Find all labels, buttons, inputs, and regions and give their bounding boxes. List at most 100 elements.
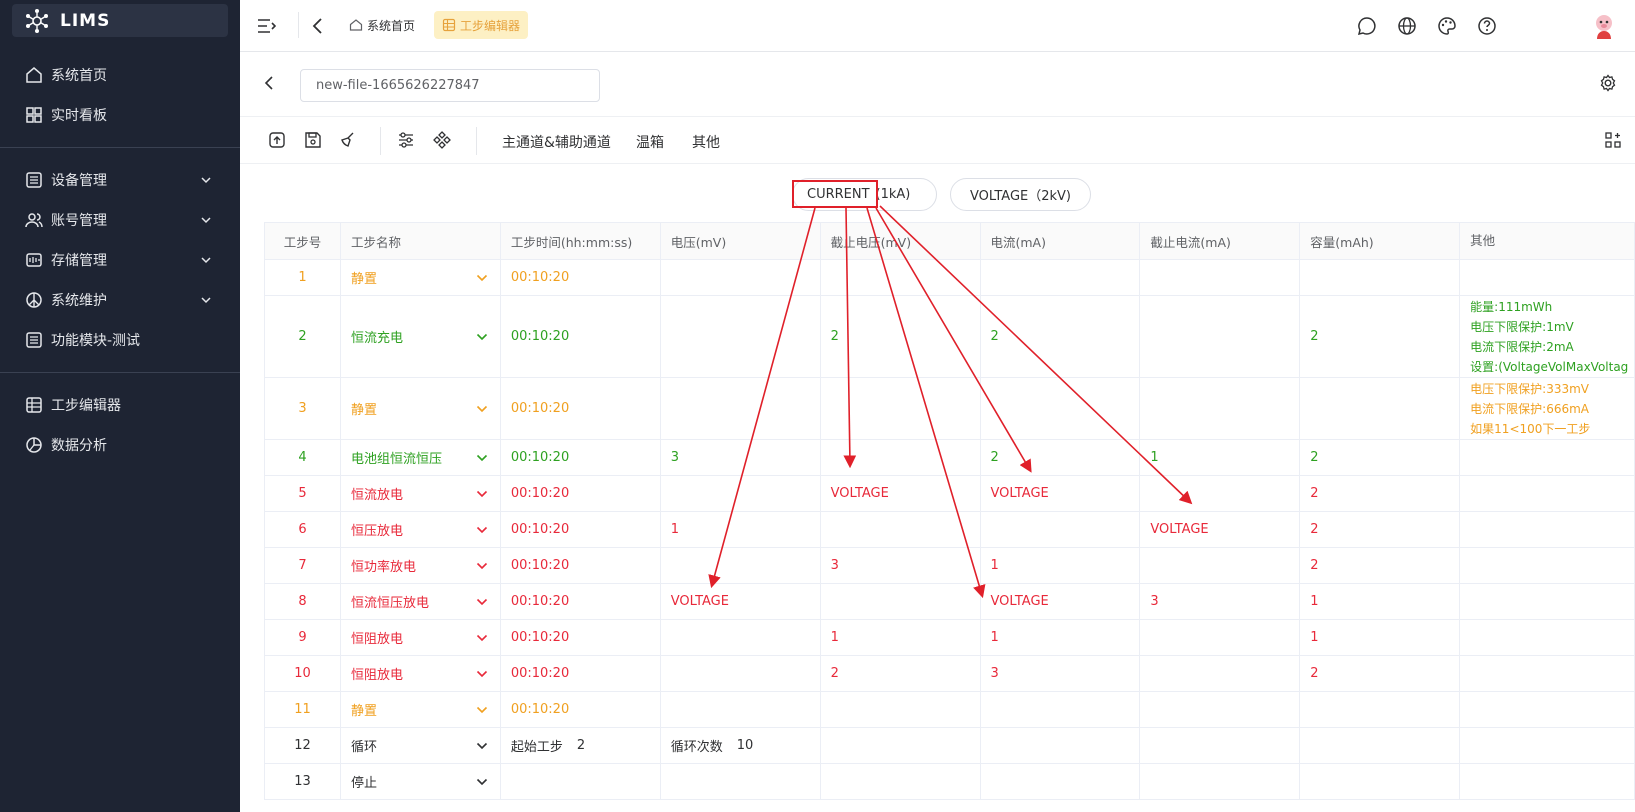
sliders-icon[interactable] [396, 130, 416, 150]
tab-home[interactable]: 系统首页 [341, 11, 423, 39]
voltage-cell[interactable] [661, 656, 821, 691]
step-time[interactable]: 00:10:20 [501, 378, 661, 439]
cutoff-voltage-cell[interactable] [821, 584, 981, 619]
step-name-select[interactable]: 静置 [341, 378, 501, 439]
cutoff-current-cell[interactable] [1140, 548, 1301, 583]
menu-fold-icon[interactable] [256, 16, 276, 36]
voltage-cell[interactable]: 3 [661, 440, 821, 475]
step-name-select[interactable]: 循环 [341, 728, 501, 763]
capacity-cell[interactable]: 2 [1300, 296, 1461, 377]
sidebar-item-analysis[interactable]: 数据分析 [0, 425, 240, 465]
step-name-select[interactable]: 恒流恒压放电 [341, 584, 501, 619]
cutoff-current-cell[interactable] [1140, 656, 1301, 691]
capacity-cell[interactable]: 2 [1300, 476, 1461, 511]
save-icon[interactable] [303, 130, 323, 150]
current-cell[interactable] [981, 260, 1141, 295]
other-cell[interactable]: 能量:111mWh 电压下限保护:1mV 电流下限保护:2mA 设置:(Voltage… [1460, 296, 1635, 377]
voltage-cell[interactable] [661, 620, 821, 655]
upload-icon[interactable] [267, 130, 287, 150]
back-icon[interactable] [308, 16, 328, 36]
cutoff-current-cell[interactable]: VOLTAGE [1140, 512, 1301, 547]
sidebar-item-home[interactable]: 系统首页 [0, 55, 240, 95]
filename-input[interactable] [300, 69, 600, 102]
sidebar-item-maintenance[interactable]: 系统维护 [0, 280, 240, 320]
cutoff-voltage-cell[interactable]: 1 [821, 620, 981, 655]
capacity-cell[interactable] [1300, 260, 1461, 295]
cutoff-current-cell[interactable] [1140, 260, 1301, 295]
cutoff-current-cell[interactable]: 1 [1140, 440, 1301, 475]
sidebar-item-test-module[interactable]: 功能模块-测试 [0, 320, 240, 360]
step-time[interactable]: 00:10:20 [501, 620, 661, 655]
current-cell[interactable] [981, 692, 1141, 727]
step-name-select[interactable]: 恒阻放电 [341, 656, 501, 691]
capacity-cell[interactable]: 1 [1300, 584, 1461, 619]
step-name-select[interactable]: 停止 [341, 764, 501, 799]
current-cell[interactable]: 1 [981, 620, 1141, 655]
step-name-select[interactable]: 电池组恒流恒压 [341, 440, 501, 475]
step-name-select[interactable]: 恒阻放电 [341, 620, 501, 655]
current-cell[interactable]: 2 [981, 296, 1141, 377]
avatar[interactable] [1589, 11, 1619, 41]
tab-chamber[interactable]: 温箱 [636, 132, 664, 152]
capacity-cell[interactable]: 2 [1300, 512, 1461, 547]
current-cell[interactable] [981, 512, 1141, 547]
cutoff-current-cell[interactable] [1140, 296, 1301, 377]
cutoff-voltage-cell[interactable] [821, 692, 981, 727]
cutoff-voltage-cell[interactable]: 2 [821, 656, 981, 691]
step-name-select[interactable]: 静置 [341, 692, 501, 727]
current-cell[interactable]: VOLTAGE [981, 584, 1141, 619]
cutoff-voltage-cell[interactable]: 3 [821, 548, 981, 583]
step-time[interactable]: 00:10:20 [501, 440, 661, 475]
cutoff-voltage-cell[interactable] [821, 260, 981, 295]
cutoff-voltage-cell[interactable] [821, 440, 981, 475]
step-time[interactable]: 00:10:20 [501, 296, 661, 377]
capacity-cell[interactable]: 2 [1300, 440, 1461, 475]
voltage-channel-button[interactable]: VOLTAGE（2kV) [950, 178, 1091, 211]
current-cell[interactable]: 3 [981, 656, 1141, 691]
capacity-cell[interactable] [1300, 378, 1461, 439]
chat-icon[interactable] [1357, 16, 1377, 36]
sidebar-item-step-editor[interactable]: 工步编辑器 [0, 385, 240, 425]
widgets-add-icon[interactable] [1603, 130, 1623, 150]
voltage-cell[interactable]: VOLTAGE [661, 584, 821, 619]
voltage-cell[interactable] [661, 296, 821, 377]
gear-icon[interactable] [1599, 74, 1617, 92]
step-time[interactable]: 00:10:20 [501, 656, 661, 691]
step-time[interactable]: 00:10:20 [501, 692, 661, 727]
cutoff-current-cell[interactable]: 3 [1140, 584, 1301, 619]
globe-icon[interactable] [1397, 16, 1417, 36]
step-name-select[interactable]: 恒流放电 [341, 476, 501, 511]
sidebar-item-accounts[interactable]: 账号管理 [0, 200, 240, 240]
tab-step-editor[interactable]: 工步编辑器 [434, 11, 529, 39]
step-time[interactable]: 00:10:20 [501, 476, 661, 511]
step-time[interactable]: 00:10:20 [501, 512, 661, 547]
voltage-cell[interactable] [661, 476, 821, 511]
loop-start-cell[interactable]: 起始工步 2 [501, 728, 661, 763]
step-name-select[interactable]: 恒流充电 [341, 296, 501, 377]
capacity-cell[interactable]: 2 [1300, 656, 1461, 691]
other-cell[interactable] [1460, 548, 1635, 583]
step-time[interactable]: 00:10:20 [501, 584, 661, 619]
other-cell[interactable] [1460, 440, 1635, 475]
cutoff-voltage-cell[interactable] [821, 512, 981, 547]
tab-other[interactable]: 其他 [692, 132, 720, 152]
sidebar-item-devices[interactable]: 设备管理 [0, 160, 240, 200]
cutoff-voltage-cell[interactable] [821, 378, 981, 439]
other-cell[interactable] [1460, 656, 1635, 691]
other-cell[interactable] [1460, 260, 1635, 295]
step-name-select[interactable]: 恒功率放电 [341, 548, 501, 583]
other-cell[interactable] [1460, 476, 1635, 511]
step-time[interactable]: 00:10:20 [501, 260, 661, 295]
cutoff-voltage-cell[interactable]: 2 [821, 296, 981, 377]
other-cell[interactable] [1460, 620, 1635, 655]
clear-icon[interactable] [338, 130, 358, 150]
loop-count-cell[interactable]: 循环次数 10 [661, 728, 821, 763]
step-name-select[interactable]: 恒压放电 [341, 512, 501, 547]
step-time[interactable]: 00:10:20 [501, 548, 661, 583]
other-cell[interactable] [1460, 584, 1635, 619]
current-cell[interactable] [981, 378, 1141, 439]
step-name-select[interactable]: 静置 [341, 260, 501, 295]
voltage-cell[interactable] [661, 378, 821, 439]
tab-main-aux-channel[interactable]: 主通道&辅助通道 [502, 132, 611, 152]
cutoff-current-cell[interactable] [1140, 620, 1301, 655]
